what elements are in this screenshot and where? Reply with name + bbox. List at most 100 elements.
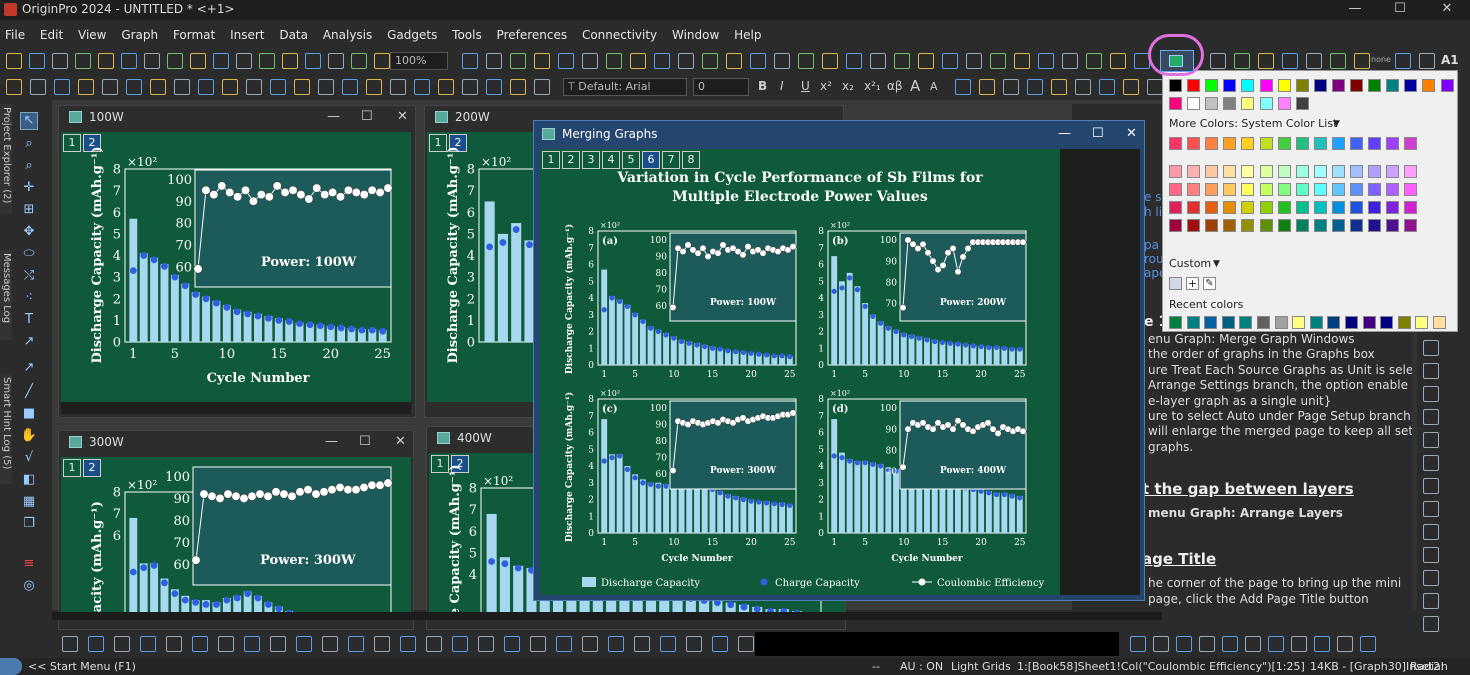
close-graph-button[interactable]: ✕ bbox=[397, 106, 408, 128]
color-swatch[interactable] bbox=[1205, 79, 1219, 92]
graph-100w-plot[interactable]: 0123456781 5 10 15 20 25×10²60708090100Power:… bbox=[61, 132, 411, 402]
system-color-swatch[interactable] bbox=[1259, 219, 1273, 232]
toolbar-button-icon[interactable] bbox=[150, 79, 166, 95]
toolbar-button-icon[interactable] bbox=[294, 79, 310, 95]
system-color-swatch[interactable] bbox=[1368, 219, 1382, 232]
draw-data-icon[interactable]: ⁖ bbox=[20, 290, 38, 308]
toolbar-button-icon[interactable] bbox=[1130, 636, 1146, 652]
color-swatch[interactable] bbox=[1350, 79, 1363, 92]
label-a1-button[interactable]: A1 bbox=[1441, 53, 1459, 67]
bold-button[interactable]: B bbox=[758, 79, 767, 93]
system-color-swatch[interactable] bbox=[1223, 137, 1237, 150]
system-color-swatch[interactable] bbox=[1313, 183, 1327, 196]
project-explorer-tab[interactable]: Project Explorer (2) bbox=[0, 104, 12, 214]
toolbar-button-icon[interactable] bbox=[686, 636, 702, 652]
zoom-out-icon[interactable]: ⌕ bbox=[20, 158, 38, 176]
rectangle-tool-icon[interactable]: ■ bbox=[20, 406, 38, 424]
graph-window-300w[interactable]: 300W — ☐ ✕ 1 2 6 7 8 ×10² 60 70 80 90 100 Power: … bbox=[58, 430, 414, 630]
recent-color-swatch[interactable] bbox=[1239, 316, 1253, 329]
toolbar-button-icon[interactable] bbox=[52, 53, 68, 69]
system-color-swatch[interactable] bbox=[1241, 165, 1255, 178]
toolbar-button-icon[interactable] bbox=[1176, 636, 1192, 652]
toolbar-button-icon[interactable] bbox=[582, 53, 598, 69]
status-au[interactable]: AU : ON bbox=[900, 660, 943, 673]
system-color-swatch[interactable] bbox=[1241, 183, 1255, 196]
system-color-swatch[interactable] bbox=[1223, 183, 1237, 196]
toolbar-button-icon[interactable] bbox=[1199, 636, 1215, 652]
toolbar-button-icon[interactable] bbox=[1038, 53, 1054, 69]
color-swatch[interactable] bbox=[1241, 79, 1255, 92]
toolbar-button-icon[interactable] bbox=[606, 53, 622, 69]
graph-300w-plot[interactable]: 6 7 8 ×10² 60 70 80 90 100 Power: 300W e Capacity … bbox=[61, 457, 411, 617]
system-color-swatch[interactable] bbox=[1313, 201, 1327, 214]
toolbar-button-icon[interactable] bbox=[174, 79, 190, 95]
right-toolbar-button-icon[interactable] bbox=[1423, 478, 1439, 494]
menu-preferences[interactable]: Preferences bbox=[492, 26, 574, 42]
system-color-swatch[interactable] bbox=[1350, 201, 1363, 214]
smart-hint-log-tab[interactable]: Smart Hint Log (5) bbox=[0, 374, 12, 484]
toolbar-button-icon[interactable] bbox=[534, 79, 550, 95]
hand-tool-icon[interactable]: ✋ bbox=[20, 428, 38, 446]
toolbar-button-icon[interactable] bbox=[846, 53, 862, 69]
system-color-swatch[interactable] bbox=[1223, 219, 1237, 232]
toolbar-button-icon[interactable] bbox=[166, 636, 182, 652]
toolbar-button-icon[interactable] bbox=[452, 636, 468, 652]
toolbar-button-icon[interactable] bbox=[1147, 79, 1163, 95]
right-toolbar-button-icon[interactable] bbox=[1423, 363, 1439, 379]
custom-color-swatch[interactable] bbox=[1169, 277, 1182, 290]
system-color-swatch[interactable] bbox=[1187, 219, 1201, 232]
color-swatch[interactable] bbox=[1277, 97, 1291, 110]
recent-color-swatch[interactable] bbox=[1292, 316, 1306, 329]
status-angle[interactable]: Radian bbox=[1410, 660, 1448, 673]
zoom-select[interactable]: 100% bbox=[390, 52, 448, 70]
toolbar-button-icon[interactable] bbox=[322, 636, 338, 652]
system-color-swatch[interactable] bbox=[1277, 219, 1291, 232]
toolbar-button-icon[interactable] bbox=[75, 53, 91, 69]
merged-plot[interactable]: 0123456781 5 10 15 20 25×10²60708090100Power:… bbox=[540, 149, 1060, 595]
system-color-swatch[interactable] bbox=[1331, 137, 1345, 150]
toolbar-button-icon[interactable] bbox=[510, 53, 526, 69]
color-swatch[interactable] bbox=[1368, 79, 1382, 92]
toolbar-button-icon[interactable] bbox=[462, 53, 478, 69]
toolbar-button-icon[interactable] bbox=[478, 636, 494, 652]
system-color-swatch[interactable] bbox=[1169, 219, 1182, 232]
add-color-icon[interactable]: + bbox=[1186, 277, 1199, 290]
insert-table-icon[interactable]: ▦ bbox=[20, 494, 38, 512]
system-color-swatch[interactable] bbox=[1368, 137, 1382, 150]
system-color-swatch[interactable] bbox=[1205, 137, 1219, 150]
minimize-graph-button[interactable]: — bbox=[327, 106, 340, 128]
toolbar-button-icon[interactable] bbox=[342, 79, 358, 95]
toolbar-button-icon[interactable] bbox=[167, 53, 183, 69]
toolbar-button-icon[interactable] bbox=[634, 636, 650, 652]
toolbar-button-icon[interactable] bbox=[1258, 53, 1274, 69]
system-color-swatch[interactable] bbox=[1404, 137, 1418, 150]
toolbar-button-icon[interactable] bbox=[556, 636, 572, 652]
start-icon[interactable] bbox=[0, 658, 22, 675]
merge-graph-page[interactable]: 12345678 Variation in Cycle Performance … bbox=[540, 149, 1060, 595]
right-toolbar-button-icon[interactable] bbox=[1423, 616, 1439, 632]
recent-color-swatch[interactable] bbox=[1169, 316, 1182, 329]
toolbar-button-icon[interactable] bbox=[213, 53, 229, 69]
data-reader-icon[interactable]: ✥ bbox=[20, 224, 38, 242]
toolbar-button-icon[interactable] bbox=[712, 636, 728, 652]
greek-button[interactable]: αβ bbox=[887, 79, 903, 93]
merge-close-button[interactable]: ✕ bbox=[1126, 121, 1137, 147]
system-color-swatch[interactable] bbox=[1331, 165, 1345, 178]
screen-reader-icon[interactable]: ⊞ bbox=[20, 202, 38, 220]
color-swatch[interactable] bbox=[1259, 97, 1273, 110]
system-color-swatch[interactable] bbox=[1404, 219, 1418, 232]
toolbar-button-icon[interactable] bbox=[1306, 53, 1322, 69]
system-color-swatch[interactable] bbox=[1277, 137, 1291, 150]
toolbar-button-icon[interactable] bbox=[140, 636, 156, 652]
toolbar-button-icon[interactable] bbox=[462, 79, 478, 95]
color-swatch[interactable] bbox=[1223, 97, 1237, 110]
line-tool-icon[interactable]: ╱ bbox=[20, 384, 38, 402]
color-swatch[interactable] bbox=[1404, 79, 1418, 92]
system-color-swatch[interactable] bbox=[1386, 183, 1400, 196]
system-color-swatch[interactable] bbox=[1259, 137, 1273, 150]
system-color-swatch[interactable] bbox=[1169, 183, 1182, 196]
toolbar-button-icon[interactable] bbox=[438, 79, 454, 95]
menu-window[interactable]: Window bbox=[667, 26, 725, 42]
toolbar-button-icon[interactable] bbox=[102, 79, 118, 95]
zoom-tool-icon[interactable]: ⌕ bbox=[20, 136, 38, 154]
